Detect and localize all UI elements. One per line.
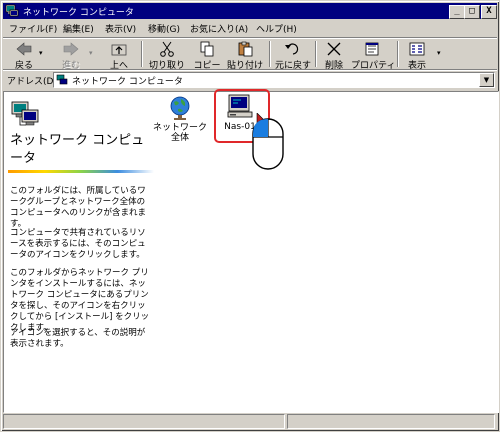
back-arrow-icon bbox=[16, 42, 32, 56]
views-dropdown-icon[interactable]: ▾ bbox=[437, 49, 441, 57]
pane-title: ネットワーク コンピュータ bbox=[10, 133, 145, 166]
forward-button[interactable]: 進む bbox=[53, 39, 89, 71]
toolbar-divider bbox=[141, 41, 143, 67]
toolbar-divider bbox=[315, 41, 317, 67]
menu-bar: ファイル(F) 編集(E) 表示(V) 移動(G) お気に入り(A) ヘルプ(H… bbox=[3, 20, 497, 37]
web-view-pane: ネットワーク コンピュータ このフォルダには、所属しているワークグループとネット… bbox=[4, 92, 156, 412]
cut-button[interactable]: 切り取り bbox=[147, 39, 187, 71]
address-bar: アドレス(D) ネットワーク コンピュータ ▼ bbox=[3, 71, 497, 89]
window-title: ネットワーク コンピュータ bbox=[23, 8, 134, 18]
address-label: アドレス(D) bbox=[7, 77, 57, 87]
network-computer-icon bbox=[5, 4, 19, 17]
views-button[interactable]: 表示 bbox=[401, 39, 433, 71]
status-cell-main bbox=[3, 414, 285, 429]
undo-button[interactable]: 元に戻す bbox=[273, 39, 313, 71]
minimize-button[interactable]: _ bbox=[449, 5, 465, 19]
toolbar-divider bbox=[269, 41, 271, 67]
scissors-icon bbox=[160, 41, 174, 57]
menu-edit[interactable]: 編集(E) bbox=[63, 22, 94, 35]
title-bar[interactable]: ネットワーク コンピュータ _ □ X bbox=[3, 3, 497, 19]
toolbar-divider bbox=[397, 41, 399, 67]
description-paragraph: このフォルダには、所属しているワークグループとネットワーク全体のコンピュータへの… bbox=[10, 186, 147, 229]
undo-icon bbox=[285, 43, 299, 55]
menu-view[interactable]: 表示(V) bbox=[105, 22, 136, 35]
delete-x-icon bbox=[327, 42, 341, 56]
toolbar: 戻る ▾ 進む ▾ 上へ 切り取り コピー 貼り付け 元に戻す 削除 プロパティ… bbox=[3, 39, 497, 71]
back-dropdown-icon[interactable]: ▾ bbox=[39, 49, 43, 57]
back-button[interactable]: 戻る bbox=[7, 39, 41, 71]
views-grid-icon bbox=[409, 42, 425, 56]
properties-button[interactable]: プロパティ bbox=[351, 39, 395, 71]
menu-file[interactable]: ファイル(F) bbox=[9, 22, 57, 35]
menu-go[interactable]: 移動(G) bbox=[148, 22, 180, 35]
network-computer-icon bbox=[56, 74, 68, 85]
status-bar bbox=[3, 413, 497, 429]
delete-button[interactable]: 削除 bbox=[319, 39, 349, 71]
explorer-window: ネットワーク コンピュータ _ □ X ファイル(F) 編集(E) 表示(V) … bbox=[0, 0, 500, 432]
pane-divider bbox=[8, 170, 154, 173]
forward-arrow-icon bbox=[63, 42, 79, 56]
description-paragraph: アイコンを選択すると、その説明が表示されます。 bbox=[10, 328, 146, 349]
forward-dropdown-icon[interactable]: ▾ bbox=[89, 49, 93, 57]
up-folder-icon bbox=[111, 44, 127, 56]
item-label: ネットワーク全体 bbox=[152, 123, 207, 143]
menu-help[interactable]: ヘルプ(H) bbox=[256, 22, 297, 35]
address-field[interactable]: ネットワーク コンピュータ ▼ bbox=[53, 72, 495, 88]
close-button[interactable]: X bbox=[481, 5, 497, 19]
address-value: ネットワーク コンピュータ bbox=[72, 77, 183, 87]
description-paragraph: このフォルダからネットワーク プリンタをインストールするには、ネットワーク コン… bbox=[10, 268, 150, 333]
paste-button[interactable]: 貼り付け bbox=[225, 39, 265, 71]
description-paragraph: コンピュータで共有されているリソースを表示するには、そのコンピュータのアイコンを… bbox=[10, 228, 146, 260]
menu-favorites[interactable]: お気に入り(A) bbox=[190, 22, 248, 35]
maximize-button[interactable]: □ bbox=[464, 5, 480, 19]
copy-icon bbox=[200, 41, 214, 57]
properties-icon bbox=[365, 42, 379, 56]
status-cell-zone bbox=[287, 414, 495, 429]
network-computer-icon bbox=[11, 101, 39, 126]
mouse-click-icon bbox=[252, 113, 284, 170]
globe-icon bbox=[170, 96, 190, 120]
copy-button[interactable]: コピー bbox=[191, 39, 223, 71]
address-dropdown-icon[interactable]: ▼ bbox=[479, 73, 494, 87]
entire-network-item[interactable]: ネットワーク全体 bbox=[152, 94, 208, 143]
clipboard-paste-icon bbox=[238, 41, 253, 57]
up-button[interactable]: 上へ bbox=[103, 39, 135, 71]
